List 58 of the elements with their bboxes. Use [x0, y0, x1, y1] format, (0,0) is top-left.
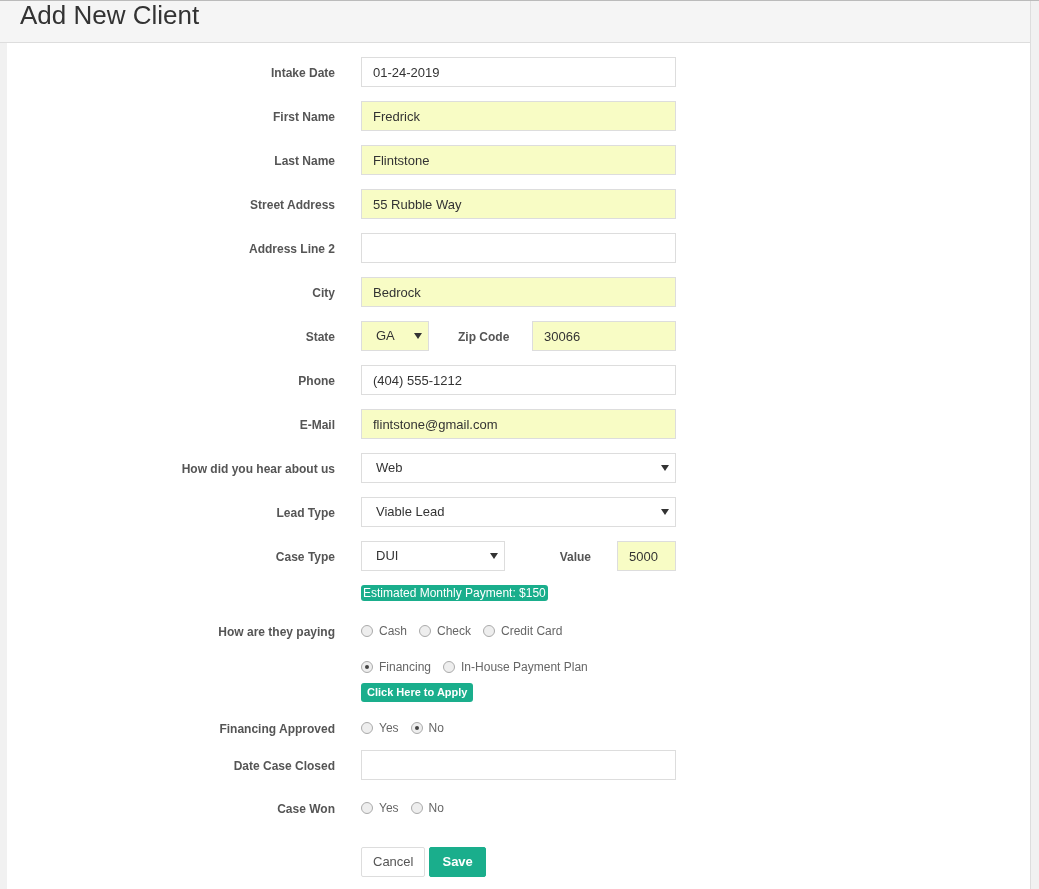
payment-estimate-badge: Estimated Monthly Payment: $150 [361, 585, 548, 601]
input-field[interactable] [361, 233, 676, 263]
field-label: Date Case Closed [233, 758, 335, 775]
field-label: How are they paying [218, 624, 335, 641]
radio-button[interactable] [361, 722, 373, 734]
radio-option[interactable]: No [410, 719, 444, 737]
input-field[interactable]: 5000 [617, 541, 676, 571]
radio-option[interactable]: Check [419, 622, 472, 640]
field-label: Last Name [274, 153, 335, 170]
input-field[interactable]: flintstone@gmail.com [361, 409, 676, 439]
field-label: City [312, 285, 335, 302]
radio-button[interactable] [410, 802, 423, 814]
input-field[interactable]: Flintstone [361, 145, 676, 175]
field-label: Zip Code [458, 329, 510, 346]
dropdown[interactable]: DUI [361, 541, 505, 571]
input-field[interactable]: Fredrick [361, 101, 676, 131]
radio-option[interactable]: Yes [361, 799, 399, 817]
dropdown[interactable]: Viable Lead [361, 497, 676, 527]
radio-button[interactable] [361, 661, 373, 673]
dropdown[interactable]: GA [361, 321, 429, 351]
page-title: Add New Client [20, 1, 200, 29]
caret-icon [490, 553, 498, 559]
field-label: Lead Type [276, 505, 335, 522]
field-label: Intake Date [270, 65, 335, 82]
input-field[interactable]: Bedrock [361, 277, 676, 307]
field-label: First Name [272, 109, 335, 126]
field-label: Street Address [250, 197, 335, 214]
input-field[interactable]: (404) 555-1212 [361, 365, 676, 395]
radio-option[interactable]: Cash [361, 622, 407, 640]
field-label: Case Type [275, 549, 335, 566]
radio-button[interactable] [483, 625, 496, 637]
field-label: Case Won [277, 801, 335, 818]
radio-option[interactable]: Credit Card [483, 622, 563, 640]
field-label: State [305, 329, 335, 346]
cancel-button[interactable]: Cancel [361, 847, 426, 877]
input-field[interactable] [361, 750, 676, 780]
radio-button[interactable] [443, 661, 456, 673]
radio-option[interactable]: Yes [361, 719, 399, 737]
dropdown[interactable]: Web [361, 453, 676, 483]
field-label: E-Mail [299, 417, 335, 434]
radio-button[interactable] [410, 722, 423, 734]
caret-icon [661, 465, 669, 471]
radio-option[interactable]: No [410, 799, 444, 817]
caret-icon [661, 509, 669, 515]
field-label: Value [559, 549, 591, 566]
field-label: Financing Approved [219, 721, 335, 738]
field-label: How did you hear about us [181, 461, 335, 478]
input-field[interactable]: 01-24-2019 [361, 57, 676, 87]
field-label: Phone [298, 373, 335, 390]
input-field[interactable]: 30066 [532, 321, 676, 351]
radio-button[interactable] [361, 625, 373, 637]
radio-option[interactable]: In-House Payment Plan [443, 658, 588, 676]
radio-button[interactable] [419, 625, 431, 637]
caret-icon [414, 333, 422, 339]
input-field[interactable]: 55 Rubble Way [361, 189, 676, 219]
radio-option[interactable]: Financing [361, 658, 432, 676]
field-label: Address Line 2 [248, 241, 335, 258]
radio-button[interactable] [361, 802, 373, 814]
